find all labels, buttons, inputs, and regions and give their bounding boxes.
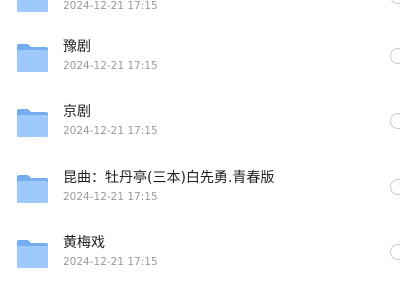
list-item[interactable]: 豫剧 2024-12-21 17:15 bbox=[0, 38, 400, 88]
folder-icon bbox=[17, 240, 48, 268]
item-date: 2024-12-21 17:15 bbox=[63, 125, 158, 137]
list-item[interactable]: 2024-12-21 17:15 bbox=[0, 0, 400, 28]
select-radio[interactable] bbox=[390, 0, 400, 4]
list-item[interactable]: 京剧 2024-12-21 17:15 bbox=[0, 103, 400, 153]
item-name: 京剧 bbox=[63, 104, 91, 120]
folder-icon bbox=[17, 109, 48, 137]
item-date: 2024-12-21 17:15 bbox=[63, 0, 158, 12]
select-radio[interactable] bbox=[390, 48, 400, 64]
item-name: 黄梅戏 bbox=[63, 235, 105, 251]
folder-icon bbox=[17, 0, 48, 12]
item-date: 2024-12-21 17:15 bbox=[63, 191, 158, 203]
item-date: 2024-12-21 17:15 bbox=[63, 256, 158, 268]
folder-icon bbox=[17, 44, 48, 72]
list-item[interactable]: 黄梅戏 2024-12-21 17:15 bbox=[0, 234, 400, 284]
item-name: 豫剧 bbox=[63, 39, 91, 55]
file-list: 2024-12-21 17:15 豫剧 2024-12-21 17:15 京剧 … bbox=[0, 0, 400, 299]
select-radio[interactable] bbox=[390, 244, 400, 260]
item-name: 昆曲：牡丹亭(三本)白先勇.青春版 bbox=[63, 170, 275, 186]
folder-icon bbox=[17, 175, 48, 203]
list-item[interactable]: 昆曲：牡丹亭(三本)白先勇.青春版 2024-12-21 17:15 bbox=[0, 169, 400, 219]
select-radio[interactable] bbox=[390, 113, 400, 129]
select-radio[interactable] bbox=[390, 179, 400, 195]
item-date: 2024-12-21 17:15 bbox=[63, 60, 158, 72]
